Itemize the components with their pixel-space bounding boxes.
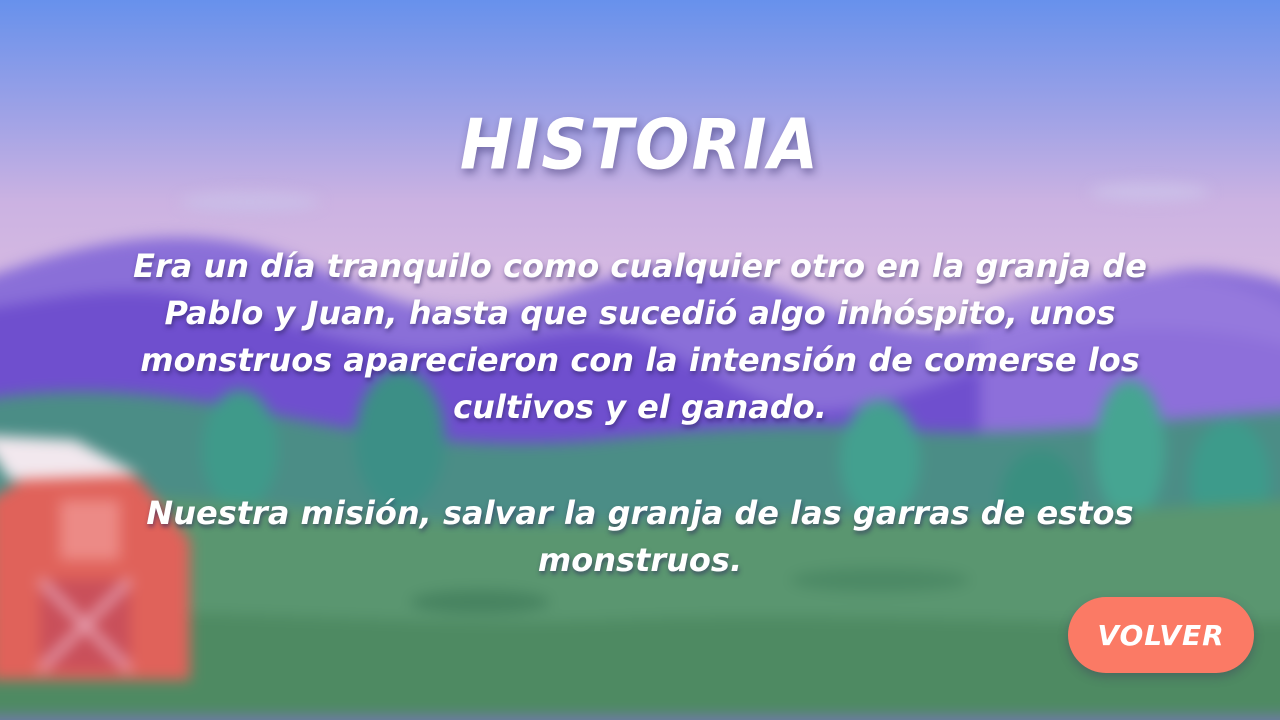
page-title: Historia xyxy=(459,105,821,186)
story-paragraph-intro: Era un día tranquilo como cualquier otro… xyxy=(133,247,1147,426)
back-button[interactable]: Volver xyxy=(1068,597,1254,673)
story-paragraph-mission: Nuestra misión, salvar la granja de las … xyxy=(146,494,1134,579)
ground-shadow xyxy=(410,590,550,614)
cloud-left xyxy=(180,192,320,212)
screen-bottom-edge xyxy=(0,715,1280,720)
game-screen: Historia Era un día tranquilo como cualq… xyxy=(0,0,1280,720)
